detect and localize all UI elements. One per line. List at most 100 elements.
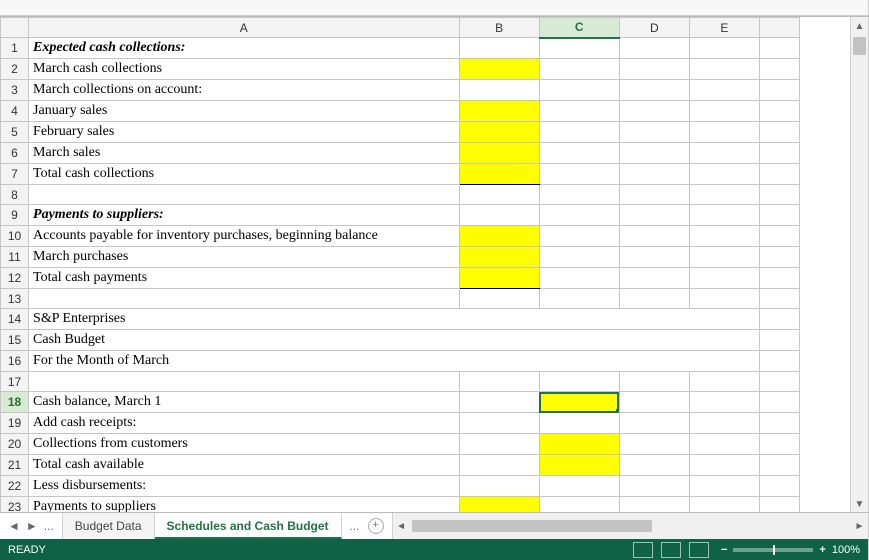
cell-A19[interactable]: Add cash receipts: bbox=[29, 413, 460, 434]
cell-B3[interactable] bbox=[459, 80, 539, 101]
new-sheet-icon[interactable]: + bbox=[368, 518, 384, 534]
row-header[interactable]: 9 bbox=[1, 205, 29, 226]
row-header[interactable]: 12 bbox=[1, 268, 29, 289]
row-header[interactable]: 8 bbox=[1, 185, 29, 205]
cell-C11[interactable] bbox=[539, 247, 619, 268]
row-header[interactable]: 14 bbox=[1, 309, 29, 330]
cell-E18[interactable] bbox=[689, 392, 759, 413]
col-header-C[interactable]: C bbox=[539, 18, 619, 38]
cell-A13[interactable] bbox=[29, 289, 460, 309]
scroll-thumb[interactable] bbox=[853, 37, 866, 55]
zoom-out-icon[interactable]: − bbox=[721, 544, 727, 556]
cell-B7[interactable] bbox=[459, 164, 539, 185]
cell-F18[interactable] bbox=[759, 392, 799, 413]
hscroll-left-icon[interactable]: ◄ bbox=[393, 521, 410, 532]
cell-D21[interactable] bbox=[619, 455, 689, 476]
cell-B9[interactable] bbox=[459, 205, 539, 226]
cell-C10[interactable] bbox=[539, 226, 619, 247]
cell-B22[interactable] bbox=[459, 476, 539, 497]
cell-E4[interactable] bbox=[689, 101, 759, 122]
cell-E9[interactable] bbox=[689, 205, 759, 226]
cell-D19[interactable] bbox=[619, 413, 689, 434]
cell-D12[interactable] bbox=[619, 268, 689, 289]
cell-C4[interactable] bbox=[539, 101, 619, 122]
cell-D10[interactable] bbox=[619, 226, 689, 247]
row-header[interactable]: 20 bbox=[1, 434, 29, 455]
row-header[interactable]: 10 bbox=[1, 226, 29, 247]
cell-B19[interactable] bbox=[459, 413, 539, 434]
cell-B20[interactable] bbox=[459, 434, 539, 455]
row-header[interactable]: 17 bbox=[1, 372, 29, 392]
cell-C5[interactable] bbox=[539, 122, 619, 143]
cell-D1[interactable] bbox=[619, 38, 689, 59]
cell-B1[interactable] bbox=[459, 38, 539, 59]
horizontal-scrollbar[interactable]: ◄ ► bbox=[392, 513, 868, 539]
cell-A7[interactable]: Total cash collections bbox=[29, 164, 460, 185]
col-header-B[interactable]: B bbox=[459, 18, 539, 38]
cell-E22[interactable] bbox=[689, 476, 759, 497]
cell-B5[interactable] bbox=[459, 122, 539, 143]
cell-A22[interactable]: Less disbursements: bbox=[29, 476, 460, 497]
tab-overflow-icon[interactable]: ... bbox=[350, 519, 360, 533]
row-header[interactable]: 16 bbox=[1, 351, 29, 372]
hscroll-right-icon[interactable]: ► bbox=[851, 521, 868, 532]
cell-D9[interactable] bbox=[619, 205, 689, 226]
cell-F17[interactable] bbox=[759, 372, 799, 392]
col-header-extra[interactable] bbox=[759, 18, 799, 38]
cell-F23[interactable] bbox=[759, 497, 799, 512]
cell-A16-merged[interactable]: For the Month of March bbox=[29, 351, 760, 372]
cell-B17[interactable] bbox=[459, 372, 539, 392]
view-page-layout-icon[interactable] bbox=[661, 542, 681, 558]
tab-nav-next-icon[interactable]: ► bbox=[26, 519, 38, 533]
cell-A10[interactable]: Accounts payable for inventory purchases… bbox=[29, 226, 460, 247]
cell-A6[interactable]: March sales bbox=[29, 143, 460, 164]
row-header[interactable]: 3 bbox=[1, 80, 29, 101]
cell-C9[interactable] bbox=[539, 205, 619, 226]
hscroll-track[interactable] bbox=[410, 520, 851, 532]
cell-F6[interactable] bbox=[759, 143, 799, 164]
row-header[interactable]: 1 bbox=[1, 38, 29, 59]
cell-A18[interactable]: Cash balance, March 1 bbox=[29, 392, 460, 413]
cell-B8[interactable] bbox=[459, 185, 539, 205]
cell-F4[interactable] bbox=[759, 101, 799, 122]
cell-F7[interactable] bbox=[759, 164, 799, 185]
cell-D3[interactable] bbox=[619, 80, 689, 101]
col-header-D[interactable]: D bbox=[619, 18, 689, 38]
cell-E2[interactable] bbox=[689, 59, 759, 80]
cell-C23[interactable] bbox=[539, 497, 619, 512]
scroll-down-icon[interactable]: ▼ bbox=[851, 495, 868, 512]
cell-E10[interactable] bbox=[689, 226, 759, 247]
cell-E20[interactable] bbox=[689, 434, 759, 455]
cell-A11[interactable]: March purchases bbox=[29, 247, 460, 268]
cell-A21[interactable]: Total cash available bbox=[29, 455, 460, 476]
cell-D4[interactable] bbox=[619, 101, 689, 122]
cell-C12[interactable] bbox=[539, 268, 619, 289]
cell-A2[interactable]: March cash collections bbox=[29, 59, 460, 80]
cell-B13[interactable] bbox=[459, 289, 539, 309]
cell-C8[interactable] bbox=[539, 185, 619, 205]
tab-nav-prev-icon[interactable]: ◄ bbox=[8, 519, 20, 533]
cell-B6[interactable] bbox=[459, 143, 539, 164]
cell-C2[interactable] bbox=[539, 59, 619, 80]
cell-A4[interactable]: January sales bbox=[29, 101, 460, 122]
row-header[interactable]: 18 bbox=[1, 392, 29, 413]
hscroll-thumb[interactable] bbox=[412, 520, 652, 532]
cell-A12[interactable]: Total cash payments bbox=[29, 268, 460, 289]
cell-F16[interactable] bbox=[759, 351, 799, 372]
row-header[interactable]: 13 bbox=[1, 289, 29, 309]
cell-E11[interactable] bbox=[689, 247, 759, 268]
cell-C19[interactable] bbox=[539, 413, 619, 434]
cell-E6[interactable] bbox=[689, 143, 759, 164]
cell-C17[interactable] bbox=[539, 372, 619, 392]
cell-F20[interactable] bbox=[759, 434, 799, 455]
cell-A3[interactable]: March collections on account: bbox=[29, 80, 460, 101]
cell-C20[interactable] bbox=[539, 434, 619, 455]
grid-viewport[interactable]: A B C D E 1 Expected cash collections: bbox=[0, 17, 850, 512]
cell-C21[interactable] bbox=[539, 455, 619, 476]
cell-A9[interactable]: Payments to suppliers: bbox=[29, 205, 460, 226]
zoom-in-icon[interactable]: + bbox=[819, 544, 825, 556]
row-header[interactable]: 6 bbox=[1, 143, 29, 164]
cell-E23[interactable] bbox=[689, 497, 759, 512]
row-header[interactable]: 11 bbox=[1, 247, 29, 268]
cell-D2[interactable] bbox=[619, 59, 689, 80]
